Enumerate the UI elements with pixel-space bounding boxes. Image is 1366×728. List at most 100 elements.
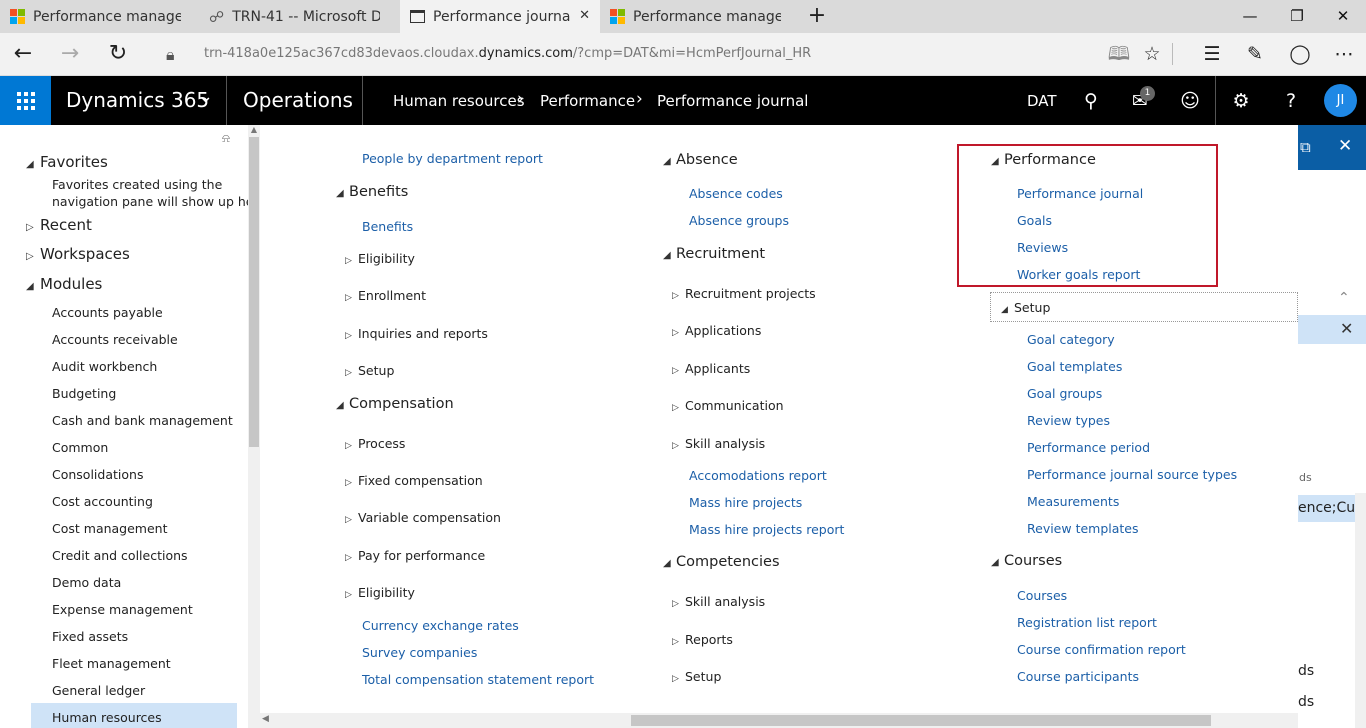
sidebar-item-audit-workbench[interactable]: Audit workbench bbox=[52, 359, 157, 374]
menu-link-review-types[interactable]: Review types bbox=[1027, 413, 1110, 428]
menu-group-reports[interactable]: ▷ Reports bbox=[672, 632, 733, 647]
menu-link-performance-period[interactable]: Performance period bbox=[1027, 440, 1150, 455]
workspaces-header[interactable]: ▷ Workspaces bbox=[26, 245, 130, 263]
menu-link-measurements[interactable]: Measurements bbox=[1027, 494, 1119, 509]
menu-group-setup[interactable]: ▷ Setup bbox=[345, 363, 394, 378]
sidebar-item-expense-management[interactable]: Expense management bbox=[52, 602, 193, 617]
menu-link-goal-groups[interactable]: Goal groups bbox=[1027, 386, 1102, 401]
close-icon[interactable]: ✕ bbox=[1338, 136, 1352, 156]
open-new-window-icon[interactable]: ⧉ bbox=[1300, 138, 1311, 156]
sidebar-item-fleet-management[interactable]: Fleet management bbox=[52, 656, 171, 671]
close-window-button[interactable]: ✕ bbox=[1320, 0, 1366, 33]
help-icon[interactable]: ? bbox=[1277, 88, 1305, 114]
search-icon[interactable]: ⚲ bbox=[1077, 88, 1105, 114]
breadcrumb-item[interactable]: Performance bbox=[540, 92, 635, 110]
menu-group-variable-compensation[interactable]: ▷ Variable compensation bbox=[345, 510, 501, 525]
product-name[interactable]: Dynamics 365 bbox=[66, 88, 209, 112]
favorite-star-icon[interactable]: ☆ bbox=[1137, 39, 1167, 69]
chevron-up-icon[interactable]: ⌃ bbox=[1338, 290, 1350, 306]
menu-group-applicants[interactable]: ▷ Applicants bbox=[672, 361, 750, 376]
sidebar-item-fixed-assets[interactable]: Fixed assets bbox=[52, 629, 128, 644]
sidebar-item-general-ledger[interactable]: General ledger bbox=[52, 683, 145, 698]
gear-icon[interactable]: ⚙ bbox=[1227, 88, 1255, 114]
sidebar-item-consolidations[interactable]: Consolidations bbox=[52, 467, 143, 482]
menu-link-absence-groups[interactable]: Absence groups bbox=[689, 213, 789, 228]
menu-link-registration-list-report[interactable]: Registration list report bbox=[1017, 615, 1157, 630]
chevron-down-icon[interactable]: ⌄ bbox=[198, 86, 213, 107]
menu-section-absence[interactable]: ◢ Absence bbox=[663, 152, 738, 168]
sidebar-item-budgeting[interactable]: Budgeting bbox=[52, 386, 116, 401]
menu-group-process[interactable]: ▷ Process bbox=[345, 436, 405, 451]
browser-tab[interactable]: Performance management ( bbox=[0, 0, 198, 33]
hub-icon[interactable]: ☰ bbox=[1197, 39, 1227, 69]
menu-group-skill-analysis[interactable]: ▷ Skill analysis bbox=[672, 436, 765, 451]
menu-group-communication[interactable]: ▷ Communication bbox=[672, 398, 784, 413]
modules-header[interactable]: ◢ Modules bbox=[26, 275, 102, 293]
feedback-smiley-icon[interactable]: ☺ bbox=[1176, 88, 1204, 114]
menu-link-course-confirmation-report[interactable]: Course confirmation report bbox=[1017, 642, 1186, 657]
menu-link-benefits[interactable]: Benefits bbox=[362, 219, 413, 234]
sidebar-scroll-thumb[interactable] bbox=[249, 137, 259, 447]
menu-link-performance-journal-source-types[interactable]: Performance journal source types bbox=[1027, 467, 1237, 482]
favorites-header[interactable]: ◢ Favorites bbox=[26, 153, 108, 171]
sidebar-item-credit-collections[interactable]: Credit and collections bbox=[52, 548, 188, 563]
sidebar-item-common[interactable]: Common bbox=[52, 440, 108, 455]
menu-link-absence-codes[interactable]: Absence codes bbox=[689, 186, 783, 201]
horizontal-scroll-thumb[interactable] bbox=[631, 715, 1211, 726]
scroll-left-arrow-icon[interactable]: ◀ bbox=[262, 714, 269, 724]
browser-tab[interactable]: Performance management ( bbox=[600, 0, 800, 33]
sidebar-item-cost-management[interactable]: Cost management bbox=[52, 521, 168, 536]
menu-group-recruitment-projects[interactable]: ▷ Recruitment projects bbox=[672, 286, 816, 301]
menu-section-compensation[interactable]: ◢ Compensation bbox=[336, 396, 454, 412]
share-icon[interactable]: ◯ bbox=[1285, 39, 1315, 69]
menu-group-setup[interactable]: ▷ Setup bbox=[672, 669, 721, 684]
pane-scrollbar[interactable] bbox=[1355, 493, 1366, 728]
menu-group-enrollment[interactable]: ▷ Enrollment bbox=[345, 288, 426, 303]
avatar[interactable]: JI bbox=[1324, 84, 1357, 117]
browser-tab-active[interactable]: Performance journal -- ( ✕ bbox=[400, 0, 600, 33]
menu-section-recruitment[interactable]: ◢ Recruitment bbox=[663, 246, 765, 262]
sidebar-item-human-resources[interactable]: Human resources bbox=[52, 710, 162, 725]
menu-link-review-templates[interactable]: Review templates bbox=[1027, 521, 1139, 536]
module-name[interactable]: Operations bbox=[243, 88, 353, 112]
sidebar-item-accounts-receivable[interactable]: Accounts receivable bbox=[52, 332, 178, 347]
menu-link-goal-templates[interactable]: Goal templates bbox=[1027, 359, 1122, 374]
sidebar-item-accounts-payable[interactable]: Accounts payable bbox=[52, 305, 163, 320]
menu-group-eligibility[interactable]: ▷ Eligibility bbox=[345, 585, 415, 600]
menu-section-competencies[interactable]: ◢ Competencies bbox=[663, 554, 780, 570]
more-icon[interactable]: ⋯ bbox=[1329, 39, 1359, 69]
minimize-button[interactable]: — bbox=[1227, 0, 1273, 33]
forward-arrow-icon[interactable]: → bbox=[55, 39, 85, 69]
sidebar-item-demo-data[interactable]: Demo data bbox=[52, 575, 121, 590]
company-picker[interactable]: DAT bbox=[1027, 92, 1057, 110]
menu-link-courses[interactable]: Courses bbox=[1017, 588, 1067, 603]
menu-group-eligibility[interactable]: ▷ Eligibility bbox=[345, 251, 415, 266]
menu-link-survey-companies[interactable]: Survey companies bbox=[362, 645, 477, 660]
new-tab-button[interactable]: + bbox=[806, 3, 828, 29]
sidebar-item-cash-bank[interactable]: Cash and bank management bbox=[52, 413, 233, 428]
pin-icon[interactable]: ⍾ bbox=[222, 131, 230, 146]
menu-group-inquiries-reports[interactable]: ▷ Inquiries and reports bbox=[345, 326, 488, 341]
selected-cell[interactable]: ence;Cus bbox=[1298, 495, 1362, 522]
url-field[interactable]: trn-418a0e125ac367cd83devaos.cloudax.dyn… bbox=[204, 46, 811, 61]
menu-link-total-compensation-report[interactable]: Total compensation statement report bbox=[362, 672, 594, 687]
menu-link-people-by-department[interactable]: People by department report bbox=[362, 151, 543, 166]
menu-section-benefits[interactable]: ◢ Benefits bbox=[336, 184, 408, 200]
reading-view-icon[interactable]: 🕮︎ bbox=[1104, 39, 1134, 69]
menu-link-currency-exchange-rates[interactable]: Currency exchange rates bbox=[362, 618, 519, 633]
menu-link-course-participants[interactable]: Course participants bbox=[1017, 669, 1139, 684]
breadcrumb-item[interactable]: Performance journal bbox=[657, 92, 808, 110]
menu-link-goal-category[interactable]: Goal category bbox=[1027, 332, 1115, 347]
recent-header[interactable]: ▷ Recent bbox=[26, 216, 92, 234]
refresh-icon[interactable]: ↻ bbox=[103, 39, 133, 69]
menu-group-applications[interactable]: ▷ Applications bbox=[672, 323, 761, 338]
back-arrow-icon[interactable]: ← bbox=[8, 39, 38, 69]
sidebar-item-cost-accounting[interactable]: Cost accounting bbox=[52, 494, 153, 509]
menu-group-performance-setup[interactable]: ◢ Setup bbox=[1001, 300, 1050, 315]
menu-group-pay-for-performance[interactable]: ▷ Pay for performance bbox=[345, 548, 485, 563]
web-note-icon[interactable]: ✎ bbox=[1240, 39, 1270, 69]
scroll-up-arrow-icon[interactable]: ▲ bbox=[249, 125, 259, 137]
menu-link-accomodations-report[interactable]: Accomodations report bbox=[689, 468, 827, 483]
breadcrumb-item[interactable]: Human resources bbox=[393, 92, 525, 110]
menu-link-mass-hire-projects[interactable]: Mass hire projects bbox=[689, 495, 802, 510]
